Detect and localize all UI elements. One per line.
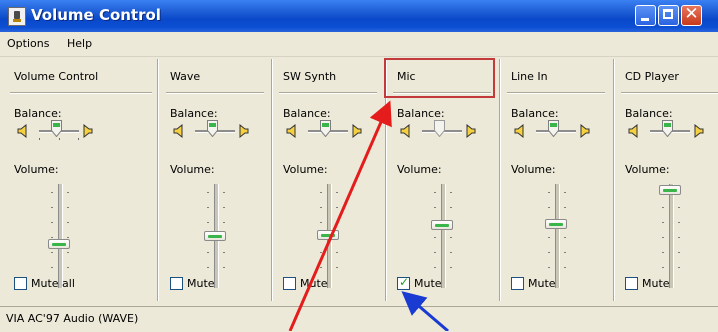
annotation-arrows	[288, 100, 449, 331]
red-arrow	[288, 100, 392, 331]
blue-arrow	[401, 291, 449, 331]
volume-control-window: Volume Control ✕ Options Help Volume Con…	[0, 0, 718, 332]
